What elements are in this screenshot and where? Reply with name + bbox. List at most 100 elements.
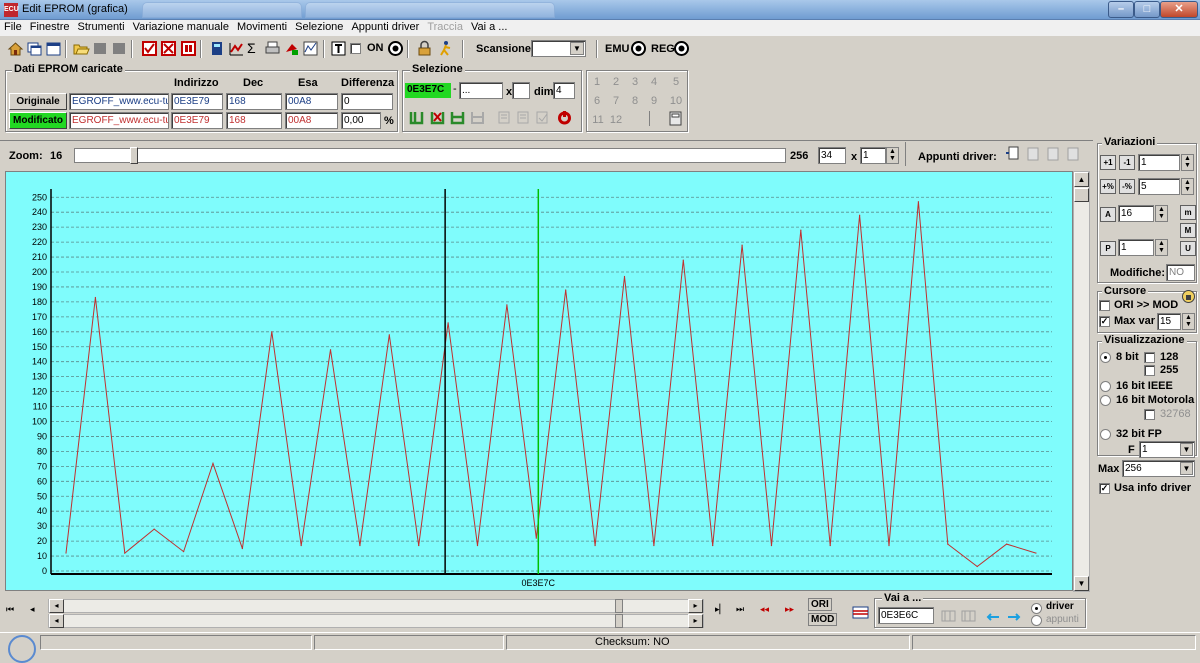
- check-original-icon[interactable]: [141, 40, 158, 57]
- select-end-icon[interactable]: [449, 109, 466, 126]
- set-value-icon[interactable]: A: [1100, 207, 1116, 222]
- select-range-icon[interactable]: [429, 109, 446, 126]
- mod-button[interactable]: MOD: [808, 613, 838, 626]
- radio-32bit-fp[interactable]: [1100, 429, 1111, 440]
- checkbox-128[interactable]: [1144, 352, 1155, 363]
- variazione-spinner-4[interactable]: ▲ ▼: [1155, 239, 1168, 256]
- compare-icon[interactable]: [180, 40, 197, 57]
- on-checkbox[interactable]: [350, 43, 361, 54]
- save-as-icon[interactable]: [111, 40, 128, 57]
- scroll-down-icon[interactable]: ▼: [1074, 576, 1089, 591]
- scroll-left-icon[interactable]: ◂: [49, 614, 64, 628]
- increment-icon[interactable]: +1: [1100, 155, 1116, 170]
- fill-sel-icon[interactable]: [534, 109, 551, 126]
- goto-icon[interactable]: [940, 608, 957, 625]
- graph-view-icon[interactable]: [302, 40, 319, 57]
- variazione-spinner-2[interactable]: ▲ ▼: [1181, 178, 1194, 195]
- selezione-end[interactable]: ...: [459, 82, 503, 99]
- chevron-down-icon[interactable]: ▼: [1180, 462, 1193, 475]
- checkbox-32768[interactable]: [1144, 409, 1155, 420]
- max-var-value[interactable]: 15: [1157, 313, 1181, 330]
- goto-prev-icon[interactable]: [985, 608, 1002, 625]
- modificato-button[interactable]: Modificato: [9, 112, 67, 129]
- scroll-right-icon[interactable]: ▸: [688, 599, 703, 613]
- decrement-pct-icon[interactable]: -%: [1119, 179, 1135, 194]
- max-var-checkbox[interactable]: ✓: [1099, 316, 1110, 327]
- max-var-spinner[interactable]: ▲ ▼: [1182, 313, 1195, 330]
- num-9[interactable]: 9: [646, 95, 662, 107]
- variazione-step-3[interactable]: 16: [1118, 205, 1154, 222]
- usa-info-checkbox[interactable]: ✓: [1099, 483, 1110, 494]
- zoom-mult[interactable]: 1: [860, 147, 886, 164]
- zoom-slider-thumb[interactable]: [129, 147, 138, 164]
- checkbox-255[interactable]: [1144, 365, 1155, 376]
- sum-icon[interactable]: Σ: [247, 40, 264, 57]
- next-mod-icon[interactable]: ▸▸: [785, 604, 794, 615]
- home-icon[interactable]: [7, 40, 24, 57]
- dim-field[interactable]: 4: [553, 82, 575, 99]
- select-start-icon[interactable]: [408, 109, 425, 126]
- calc-grid-icon[interactable]: [667, 110, 684, 127]
- num-4[interactable]: 4: [646, 76, 662, 88]
- num-2[interactable]: 2: [608, 76, 624, 88]
- run-icon[interactable]: [437, 40, 454, 57]
- minimize-button[interactable]: –: [1108, 1, 1134, 18]
- multiply-icon[interactable]: m: [1180, 205, 1196, 220]
- text-mode-icon[interactable]: [330, 40, 347, 57]
- num-12[interactable]: 12: [607, 114, 625, 126]
- menu-appunti-driver[interactable]: Appunti driver: [347, 20, 423, 33]
- lock-icon[interactable]: [416, 40, 433, 57]
- ori-button[interactable]: ORI: [808, 598, 832, 611]
- originale-button[interactable]: Originale: [9, 93, 67, 110]
- menu-variazione-manuale[interactable]: Variazione manuale: [129, 20, 233, 33]
- set-p-icon[interactable]: P: [1100, 241, 1116, 256]
- graph-tool-icon[interactable]: [283, 40, 300, 57]
- paste-sel-icon[interactable]: [515, 109, 532, 126]
- window-icon[interactable]: [45, 40, 62, 57]
- num-11[interactable]: 11: [589, 114, 607, 126]
- scroll-left-icon[interactable]: ◂: [49, 599, 64, 613]
- num-8[interactable]: 8: [627, 95, 643, 107]
- menu-strumenti[interactable]: Strumenti: [73, 20, 128, 33]
- next-icon[interactable]: ▸▏: [715, 604, 726, 615]
- open-folder-icon[interactable]: [73, 40, 90, 57]
- background-tab[interactable]: [142, 2, 302, 18]
- chart-vertical-scrollbar[interactable]: ▲ ▼: [1073, 171, 1090, 592]
- reg-target-icon[interactable]: [673, 40, 690, 57]
- last-icon[interactable]: ⏭: [736, 604, 744, 615]
- scroll-thumb[interactable]: [615, 614, 623, 628]
- vai-a-field[interactable]: 0E3E6C: [878, 607, 934, 624]
- scroll-up-icon[interactable]: ▲: [1074, 172, 1089, 187]
- menu-movimenti[interactable]: Movimenti: [233, 20, 291, 33]
- variazione-spinner-3[interactable]: ▲ ▼: [1155, 205, 1168, 222]
- variazione-step-4[interactable]: 1: [1118, 239, 1154, 256]
- prev-icon[interactable]: ◂: [30, 604, 35, 615]
- chevron-down-icon[interactable]: ▼: [1180, 443, 1193, 456]
- background-tab[interactable]: [305, 2, 555, 18]
- radio-8bit[interactable]: [1100, 352, 1111, 363]
- radio-16bit-motorola[interactable]: [1100, 395, 1111, 406]
- menu-file[interactable]: File: [0, 20, 26, 33]
- num-6[interactable]: 6: [589, 95, 605, 107]
- check-modified-icon[interactable]: [160, 40, 177, 57]
- copy-sel-icon[interactable]: [496, 109, 513, 126]
- horizontal-scrollbar-2[interactable]: ◂ ▸: [48, 614, 704, 628]
- clip-copy-icon[interactable]: [1004, 145, 1021, 162]
- clip-swap-icon[interactable]: [1044, 145, 1061, 162]
- num-10[interactable]: 10: [666, 95, 686, 107]
- calculator-icon[interactable]: [209, 40, 226, 57]
- chevron-down-icon[interactable]: ▼: [570, 42, 584, 55]
- num-7[interactable]: 7: [608, 95, 624, 107]
- zoom-slider[interactable]: [74, 147, 786, 164]
- variazione-step-1[interactable]: 1: [1138, 154, 1180, 171]
- increment-pct-icon[interactable]: +%: [1100, 179, 1116, 194]
- horizontal-scrollbar-1[interactable]: ◂ ▸: [48, 599, 704, 613]
- menu-finestre[interactable]: Finestre: [26, 20, 74, 33]
- maximize-button[interactable]: □: [1134, 1, 1160, 18]
- goto-sel-icon[interactable]: [960, 608, 977, 625]
- variazione-spinner-1[interactable]: ▲ ▼: [1181, 154, 1194, 171]
- radio-16bit-ieee[interactable]: [1100, 381, 1111, 392]
- num-1[interactable]: 1: [589, 76, 605, 88]
- menu-selezione[interactable]: Selezione: [291, 20, 347, 33]
- cursore-lock-icon[interactable]: [1180, 288, 1197, 305]
